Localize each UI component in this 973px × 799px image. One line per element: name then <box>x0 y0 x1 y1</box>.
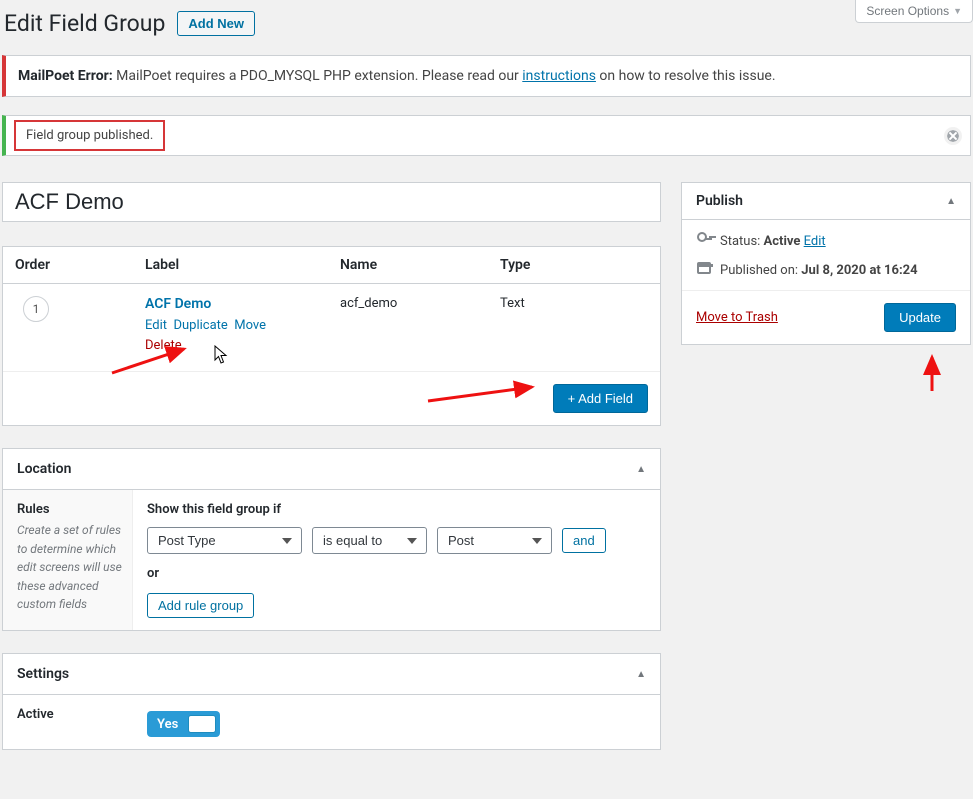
page-title: Edit Field Group <box>4 10 165 37</box>
dismiss-notice-button[interactable] <box>944 127 962 145</box>
field-type-cell: Text <box>500 296 648 311</box>
show-if-label: Show this field group if <box>147 502 646 517</box>
toggle-knob-icon <box>188 715 216 733</box>
published-on-label: Published on: <box>720 263 801 278</box>
rule-and-button[interactable]: and <box>562 528 606 553</box>
update-button[interactable]: Update <box>884 303 956 332</box>
move-to-trash-link[interactable]: Move to Trash <box>696 310 778 325</box>
mailpoet-instructions-link[interactable]: instructions <box>522 68 596 84</box>
mailpoet-error-prefix: MailPoet Error: <box>18 68 113 84</box>
collapse-toggle[interactable]: ▲ <box>636 464 646 475</box>
key-icon <box>696 232 712 250</box>
mailpoet-error-body-b: on how to resolve this issue. <box>596 68 776 84</box>
rule-param-select[interactable]: Post Type <box>147 527 302 554</box>
row-action-delete[interactable]: Delete <box>145 338 182 353</box>
active-toggle-label: Yes <box>157 717 178 732</box>
rules-label: Rules <box>17 502 122 517</box>
add-field-button[interactable]: + Add Field <box>553 384 648 413</box>
row-action-edit[interactable]: Edit <box>145 318 167 333</box>
row-action-move[interactable]: Move <box>234 318 266 333</box>
mailpoet-error-body-a: MailPoet requires a PDO_MYSQL PHP extens… <box>113 68 523 84</box>
order-badge[interactable]: 1 <box>23 296 49 322</box>
status-value: Active <box>764 234 801 249</box>
field-group-title-input[interactable] <box>2 182 661 222</box>
rule-or-label: or <box>147 566 646 581</box>
rule-value-select[interactable]: Post <box>437 527 552 554</box>
location-postbox: Location ▲ Rules Create a set of rules t… <box>2 448 661 631</box>
collapse-toggle[interactable]: ▲ <box>946 196 956 207</box>
location-title: Location <box>17 461 71 477</box>
status-label: Status: <box>720 234 764 249</box>
publish-title: Publish <box>696 193 743 209</box>
col-head-order: Order <box>15 257 145 273</box>
collapse-toggle[interactable]: ▲ <box>636 669 646 680</box>
publish-postbox: Publish ▲ Status: Active Edit Pu <box>681 182 971 345</box>
fields-table: Order Label Name Type 1 ACF Demo Edit Du… <box>2 246 661 426</box>
add-new-button[interactable]: Add New <box>177 11 255 36</box>
published-notice: Field group published. <box>14 120 165 151</box>
status-edit-link[interactable]: Edit <box>804 234 826 249</box>
rule-operator-select[interactable]: is equal to <box>312 527 427 554</box>
settings-postbox: Settings ▲ Active Yes <box>2 653 661 750</box>
add-rule-group-button[interactable]: Add rule group <box>147 593 254 618</box>
screen-options-button[interactable]: Screen Options ▼ <box>855 0 973 23</box>
col-head-type: Type <box>500 257 648 273</box>
rules-help: Create a set of rules to determine which… <box>17 521 122 614</box>
field-name-cell: acf_demo <box>340 296 500 311</box>
table-row[interactable]: 1 ACF Demo Edit Duplicate Move Delete ac… <box>3 284 660 372</box>
settings-title: Settings <box>17 666 69 682</box>
col-head-name: Name <box>340 257 500 273</box>
chevron-down-icon: ▼ <box>953 6 962 16</box>
col-head-label: Label <box>145 257 340 273</box>
screen-options-label: Screen Options <box>866 4 949 18</box>
published-on-value: Jul 8, 2020 at 16:24 <box>801 263 917 278</box>
calendar-icon <box>696 262 712 278</box>
field-label-link[interactable]: ACF Demo <box>145 296 211 312</box>
active-toggle[interactable]: Yes <box>147 711 220 737</box>
row-action-duplicate[interactable]: Duplicate <box>173 318 227 333</box>
mailpoet-error-notice: MailPoet Error: MailPoet requires a PDO_… <box>2 55 971 97</box>
settings-active-label: Active <box>17 707 123 722</box>
